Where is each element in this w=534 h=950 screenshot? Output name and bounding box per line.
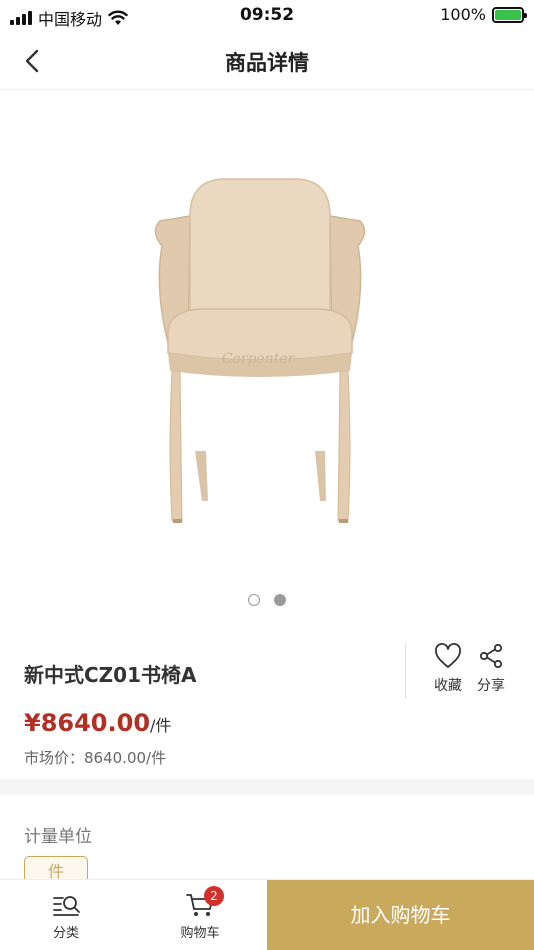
carousel-dots xyxy=(0,594,534,606)
nav-bar: 商品详情 xyxy=(0,32,534,90)
status-bar: 中国移动 09:52 100% xyxy=(0,0,534,32)
divider xyxy=(405,643,406,699)
product-image: Carpenter xyxy=(154,178,366,523)
category-tab[interactable]: 分类 xyxy=(26,892,106,941)
bottom-bar: 分类 购物车 2 加入购物车 xyxy=(0,879,534,950)
favorite-button[interactable]: 收藏 xyxy=(428,643,468,695)
carousel-dot[interactable] xyxy=(248,594,260,606)
heart-icon xyxy=(435,643,461,668)
market-price: 市场价：8640.00/件 xyxy=(24,749,167,767)
section-separator xyxy=(0,779,534,795)
add-to-cart-button[interactable]: 加入购物车 xyxy=(267,880,534,950)
share-button[interactable]: 分享 xyxy=(471,643,511,695)
price: ¥8640.00/件 xyxy=(24,709,171,737)
product-gallery[interactable]: Carpenter xyxy=(0,91,534,623)
price-value: ¥8640.00 xyxy=(24,709,151,737)
spec-label: 计量单位 xyxy=(24,827,92,847)
category-search-icon xyxy=(53,896,80,916)
page-title: 商品详情 xyxy=(225,51,309,75)
status-right: 100% xyxy=(440,5,527,24)
share-icon xyxy=(479,643,503,669)
share-label: 分享 xyxy=(477,678,505,694)
category-label: 分类 xyxy=(52,926,79,941)
price-unit: /件 xyxy=(150,716,172,735)
watermark-text: Carpenter xyxy=(222,351,296,367)
battery-icon xyxy=(492,6,527,23)
carousel-dot-active[interactable] xyxy=(274,594,286,606)
product-name: 新中式CZ01书椅A xyxy=(24,663,197,687)
cart-label: 购物车 xyxy=(180,926,220,941)
battery-percent: 100% xyxy=(440,5,486,24)
cart-tab[interactable]: 购物车 2 xyxy=(160,886,240,941)
favorite-label: 收藏 xyxy=(434,678,462,694)
product-info: 新中式CZ01书椅A 收藏 分享 ¥8640.00/件 市场价：8640.00/… xyxy=(0,623,534,779)
cart-count-badge: 2 xyxy=(204,886,224,906)
